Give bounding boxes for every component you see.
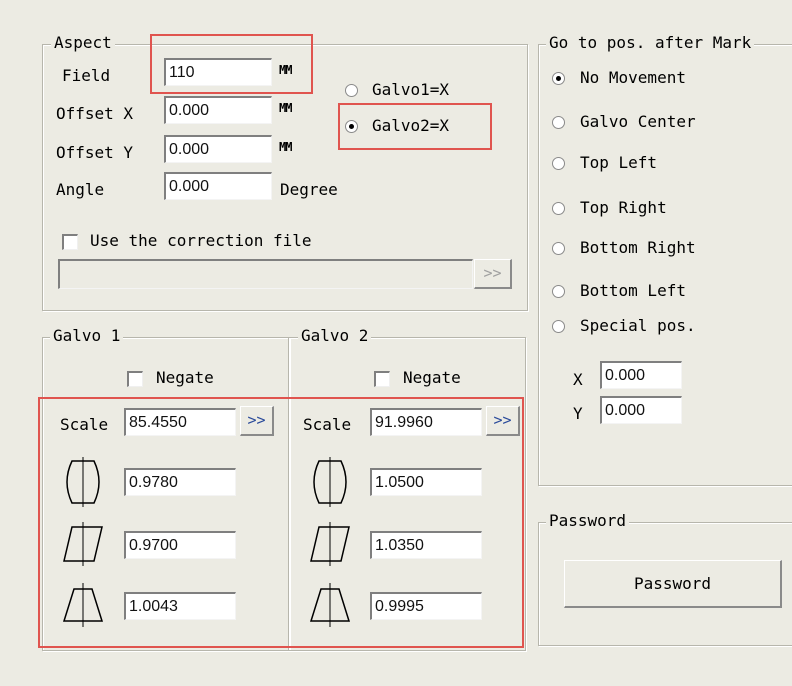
special-y-input[interactable]: 0.000	[600, 396, 682, 424]
goto-special-pos-radio[interactable]	[552, 320, 565, 333]
offset-x-input[interactable]: 0.000	[164, 96, 272, 124]
offset-y-input[interactable]: 0.000	[164, 135, 272, 163]
special-y-label: Y	[573, 404, 583, 423]
goto-no-movement-label[interactable]: No Movement	[580, 68, 686, 88]
angle-label: Angle	[56, 180, 105, 199]
galvo2-parallelogram-input[interactable]: 1.0350	[370, 531, 482, 559]
goto-bottom-left-label[interactable]: Bottom Left	[580, 281, 686, 301]
browse-correction-button[interactable]: >>	[474, 259, 512, 289]
galvo1-scale-label: Scale	[60, 415, 109, 434]
goto-galvo-center-radio[interactable]	[552, 116, 565, 129]
field-input[interactable]: 110	[164, 58, 272, 86]
use-correction-label[interactable]: Use the correction file	[90, 231, 312, 251]
galvo1-trapezoid-input[interactable]: 1.0043	[124, 592, 236, 620]
galvo1-barrel-distortion-icon	[66, 457, 100, 507]
galvo2-parallelogram-distortion-icon	[310, 522, 350, 566]
use-correction-checkbox[interactable]	[62, 234, 78, 250]
galvo1-scale-input[interactable]: 85.4550	[124, 408, 236, 436]
goto-bottom-right-label[interactable]: Bottom Right	[580, 238, 696, 258]
offset-x-label: Offset X	[56, 104, 134, 123]
galvo2-trapezoid-distortion-icon	[309, 583, 351, 627]
aspect-legend: Aspect	[51, 34, 115, 52]
offset-y-unit: MM	[279, 140, 292, 154]
galvo2-scale-button[interactable]: >>	[486, 406, 520, 436]
galvo1-barrel-input[interactable]: 0.9780	[124, 468, 236, 496]
offset-y-label: Offset Y	[56, 143, 134, 162]
angle-unit: Degree	[280, 180, 338, 199]
galvo2-negate-checkbox[interactable]	[374, 371, 390, 387]
goto-special-pos-label[interactable]: Special pos.	[580, 316, 696, 336]
password-button[interactable]: Password	[564, 560, 782, 608]
galvo2-scale-input[interactable]: 91.9960	[370, 408, 482, 436]
galvo1-trapezoid-distortion-icon	[62, 583, 104, 627]
special-x-input[interactable]: 0.000	[600, 361, 682, 389]
galvo1-parallelogram-distortion-icon	[63, 522, 103, 566]
galvo1-scale-button[interactable]: >>	[240, 406, 274, 436]
angle-input[interactable]: 0.000	[164, 172, 272, 200]
password-legend: Password	[546, 512, 630, 530]
special-x-label: X	[573, 370, 583, 389]
offset-x-unit: MM	[279, 101, 292, 115]
goto-top-left-label[interactable]: Top Left	[580, 153, 657, 173]
galvo1-parallelogram-input[interactable]: 0.9700	[124, 531, 236, 559]
galvo2-x-label[interactable]: Galvo2=X	[372, 116, 449, 136]
goto-galvo-center-label[interactable]: Galvo Center	[580, 112, 696, 132]
galvo2-barrel-distortion-icon	[313, 457, 347, 507]
goto-top-right-label[interactable]: Top Right	[580, 198, 667, 218]
correction-file-path[interactable]	[58, 259, 473, 289]
galvo2-legend: Galvo 2	[298, 327, 372, 345]
goto-no-movement-radio[interactable]	[552, 72, 565, 85]
galvo2-barrel-input[interactable]: 1.0500	[370, 468, 482, 496]
galvo1-x-radio[interactable]	[345, 84, 358, 97]
goto-bottom-left-radio[interactable]	[552, 285, 565, 298]
galvo2-negate-label[interactable]: Negate	[403, 368, 461, 388]
field-unit: MM	[279, 63, 292, 77]
galvo1-x-label[interactable]: Galvo1=X	[372, 80, 449, 100]
galvo2-x-radio[interactable]	[345, 120, 358, 133]
galvo1-legend: Galvo 1	[50, 327, 124, 345]
goto-bottom-right-radio[interactable]	[552, 242, 565, 255]
galvo2-scale-label: Scale	[303, 415, 352, 434]
galvo1-negate-checkbox[interactable]	[127, 371, 143, 387]
galvo2-trapezoid-input[interactable]: 0.9995	[370, 592, 482, 620]
field-label: Field	[62, 66, 111, 85]
goto-top-right-radio[interactable]	[552, 202, 565, 215]
goto-pos-legend: Go to pos. after Mark	[546, 34, 755, 52]
galvo1-negate-label[interactable]: Negate	[156, 368, 214, 388]
goto-top-left-radio[interactable]	[552, 157, 565, 170]
